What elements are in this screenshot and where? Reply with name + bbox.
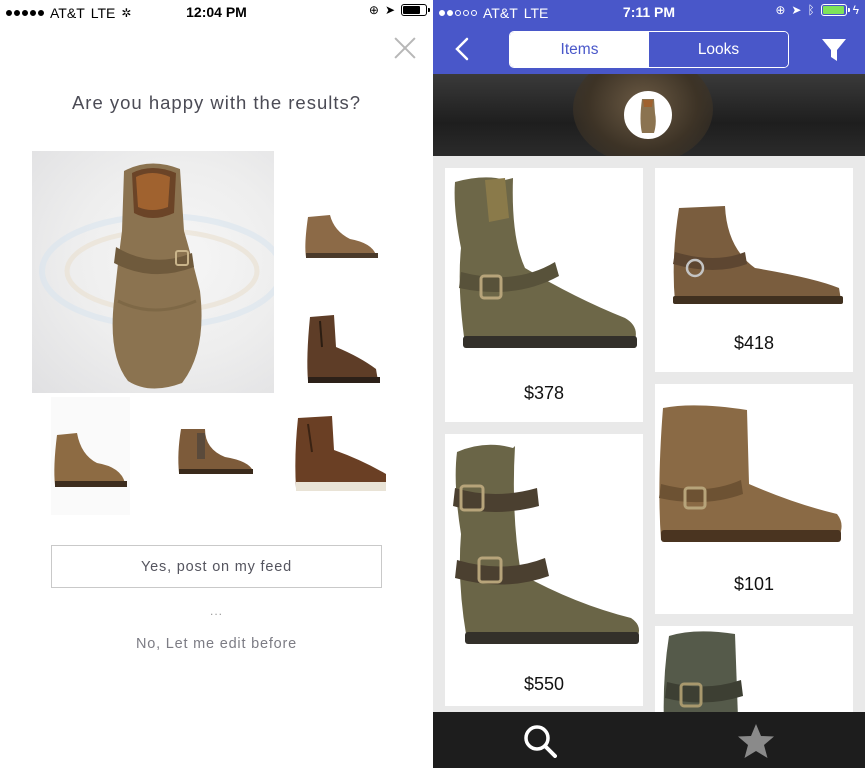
separator-dots: ...	[209, 604, 223, 618]
edit-before-link[interactable]: No, Let me edit before	[0, 636, 433, 652]
product-image	[445, 434, 643, 660]
suggestion-thumb[interactable]	[175, 423, 257, 481]
tab-items[interactable]: Items	[510, 32, 649, 67]
left-screen: AT&T LTE ✲ 12:04 PM ⊕ ➤ Are you happy wi…	[0, 0, 433, 768]
product-price: $550	[523, 674, 565, 694]
suggestion-thumb[interactable]	[51, 397, 130, 515]
rotation-lock-icon: ⊕	[775, 3, 786, 17]
battery-icon	[820, 4, 850, 16]
product-image	[655, 168, 853, 316]
battery-icon	[401, 4, 430, 16]
header-bar: AT&T LTE 7:11 PM ⊕ ➤ ᛒ ϟ Items Looks	[433, 0, 865, 74]
page-title: Are you happy with the results?	[71, 92, 362, 113]
product-price: $378	[523, 383, 565, 403]
location-icon: ➤	[791, 3, 802, 17]
close-icon[interactable]	[393, 36, 417, 60]
back-chevron-icon[interactable]	[449, 36, 475, 62]
suggestion-thumb[interactable]	[292, 412, 390, 496]
post-on-feed-button[interactable]: Yes, post on my feed	[51, 545, 382, 588]
product-price: $101	[733, 574, 775, 594]
status-bar: AT&T LTE ✲ 12:04 PM ⊕ ➤	[0, 0, 433, 26]
tab-looks[interactable]: Looks	[649, 32, 788, 67]
product-price: $418	[733, 333, 775, 353]
search-banner	[433, 74, 865, 156]
search-icon[interactable]	[523, 724, 557, 758]
product-card[interactable]: $101	[655, 384, 853, 614]
status-bar: AT&T LTE 7:11 PM ⊕ ➤ ᛒ ϟ	[433, 0, 865, 26]
bottom-tab-bar	[433, 712, 865, 768]
location-icon: ➤	[384, 3, 395, 17]
product-image	[655, 384, 853, 554]
query-image-thumb[interactable]	[624, 91, 672, 139]
product-card[interactable]: $418	[655, 168, 853, 372]
suggestion-thumb[interactable]	[300, 307, 382, 389]
product-image	[445, 168, 643, 368]
rotation-lock-icon: ⊕	[368, 3, 379, 17]
bluetooth-icon: ᛒ	[807, 3, 815, 17]
suggestion-thumb[interactable]	[300, 205, 382, 265]
product-card[interactable]: $550	[445, 434, 643, 706]
items-looks-segmented-control: Items Looks	[509, 31, 789, 68]
charging-icon: ϟ	[852, 3, 859, 17]
filter-icon[interactable]	[821, 37, 847, 63]
uploaded-photo	[32, 151, 274, 393]
right-screen: AT&T LTE 7:11 PM ⊕ ➤ ᛒ ϟ Items Looks $37…	[433, 0, 865, 768]
product-card[interactable]: $378	[445, 168, 643, 422]
star-icon[interactable]	[737, 722, 775, 760]
